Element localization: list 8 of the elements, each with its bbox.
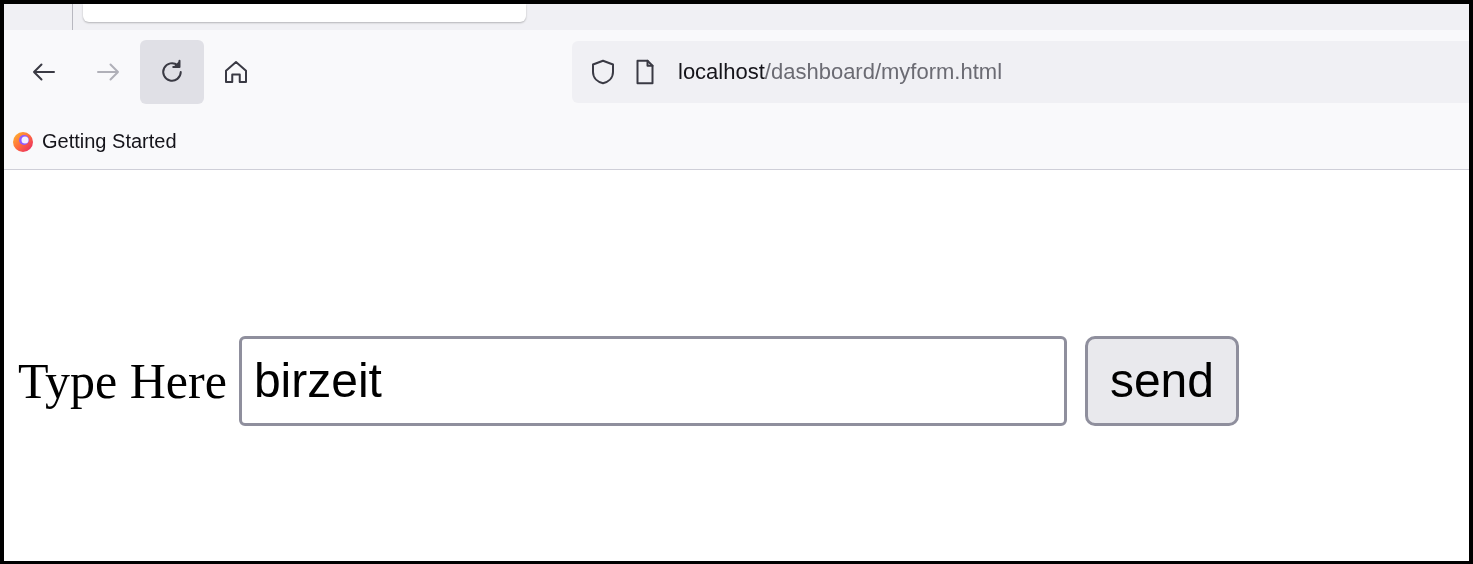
address-bar[interactable]: localhost/dashboard/myform.html	[572, 41, 1469, 103]
input-label: Type Here	[18, 351, 227, 410]
reload-button[interactable]	[140, 40, 204, 104]
send-button[interactable]: send	[1084, 335, 1239, 426]
bookmark-link[interactable]: Getting Started	[12, 130, 177, 153]
text-input[interactable]: birzeit	[238, 335, 1067, 426]
globe-logo-icon	[12, 130, 34, 153]
url-text: localhost/dashboard/myform.html	[678, 59, 1003, 85]
